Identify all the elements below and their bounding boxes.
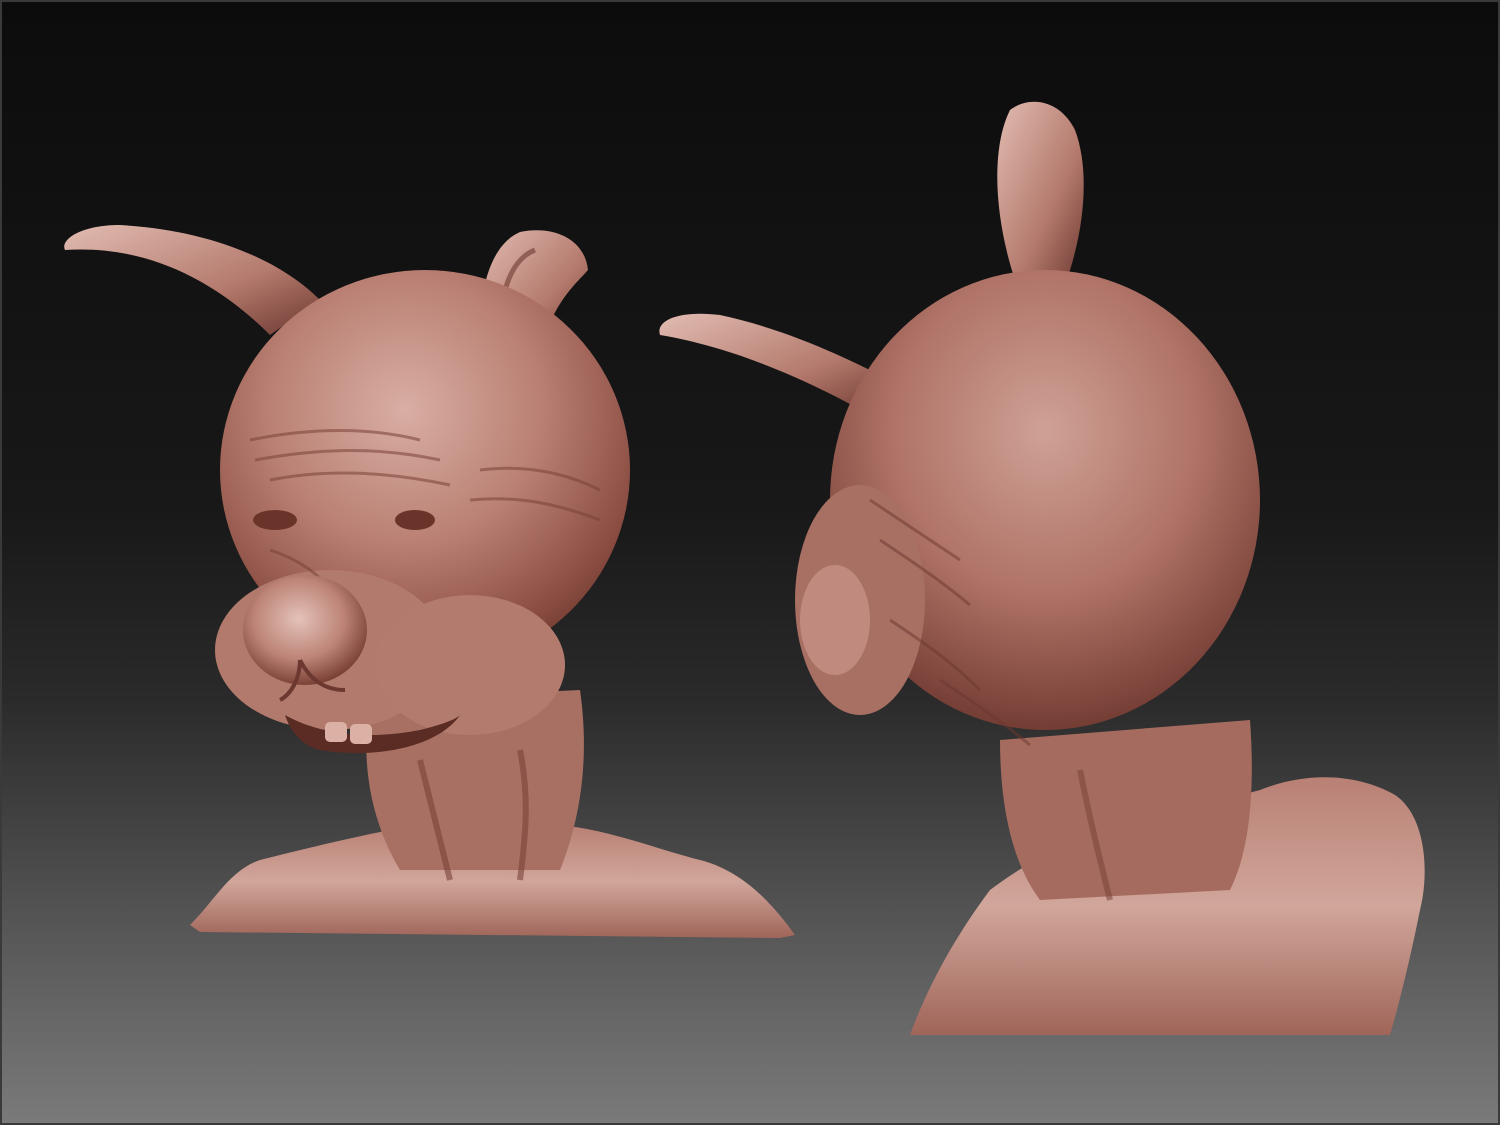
sculpt-render — [64, 101, 1425, 1035]
front-tooth-right — [350, 724, 372, 744]
front-right-eye — [395, 510, 435, 530]
back-neck — [1000, 720, 1252, 900]
back-bust — [659, 101, 1425, 1035]
back-top-ear — [997, 101, 1084, 285]
render-viewport — [0, 0, 1500, 1125]
front-left-ear — [64, 225, 320, 335]
front-tooth-left — [325, 722, 347, 742]
front-left-eye — [253, 510, 297, 530]
